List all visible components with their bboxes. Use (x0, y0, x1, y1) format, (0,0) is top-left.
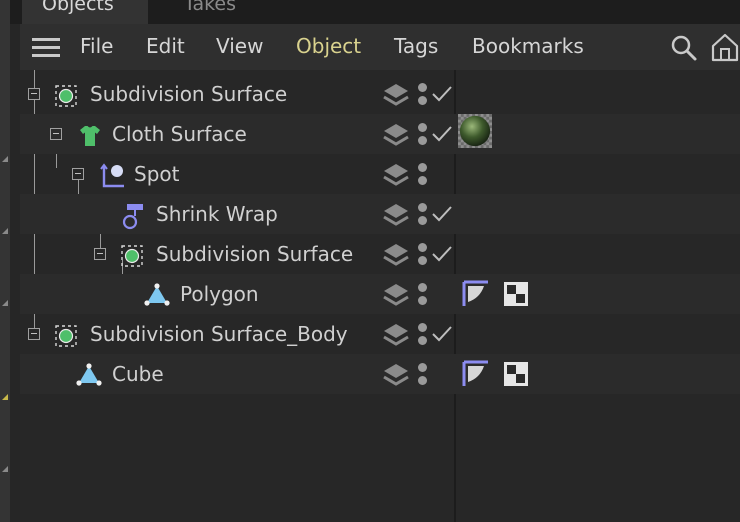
home-icon[interactable] (710, 32, 740, 62)
shrink-wrap-icon (122, 204, 143, 230)
tab-objects[interactable]: Objects (22, 0, 148, 24)
layer-icon[interactable] (382, 122, 410, 148)
object-label[interactable]: Polygon (180, 282, 259, 306)
subdivision-surface-icon (55, 325, 77, 347)
layer-icon[interactable] (382, 162, 410, 188)
uvw-tag-icon[interactable] (502, 280, 530, 308)
object-row[interactable]: Cloth Surface (20, 114, 740, 154)
collapse-toggle[interactable] (50, 128, 62, 140)
spot-light-icon (100, 163, 124, 188)
layer-icon[interactable] (382, 362, 410, 388)
visibility-dots[interactable] (418, 243, 428, 267)
object-label[interactable]: Cube (112, 362, 164, 386)
dock-resize-handle[interactable] (2, 466, 8, 472)
layer-icon[interactable] (382, 282, 410, 308)
layer-icon[interactable] (382, 202, 410, 228)
cloth-surface-icon (80, 126, 100, 146)
object-label[interactable]: Subdivision Surface (156, 242, 353, 266)
visibility-dots[interactable] (418, 363, 428, 387)
object-label[interactable]: Spot (134, 162, 179, 186)
collapse-toggle[interactable] (94, 248, 106, 260)
object-row[interactable]: Spot (20, 154, 740, 194)
object-label[interactable]: Cloth Surface (112, 122, 247, 146)
object-row[interactable]: Cube (20, 354, 740, 394)
search-icon[interactable] (670, 34, 698, 62)
layer-icon[interactable] (382, 322, 410, 348)
tab-takes[interactable]: Takes (170, 0, 236, 24)
menu-bar: File Edit View Object Tags Bookmarks (20, 24, 740, 70)
uvw-tag-icon[interactable] (502, 360, 530, 388)
collapse-toggle[interactable] (28, 88, 40, 100)
menu-view[interactable]: View (216, 34, 263, 58)
dock-resize-handle[interactable] (2, 394, 8, 400)
object-row[interactable]: Subdivision Surface (20, 74, 740, 114)
enabled-checkmark-icon[interactable] (430, 324, 454, 344)
collapse-toggle[interactable] (28, 328, 40, 340)
object-label[interactable]: Subdivision Surface_Body (90, 322, 348, 346)
menu-object[interactable]: Object (296, 34, 361, 58)
object-row[interactable]: Shrink Wrap (20, 194, 740, 234)
object-row[interactable]: Subdivision Surface_Body (20, 314, 740, 354)
subdivision-surface-icon (55, 85, 77, 107)
visibility-dots[interactable] (418, 163, 428, 187)
object-label[interactable]: Subdivision Surface (90, 82, 287, 106)
menu-file[interactable]: File (80, 34, 113, 58)
layer-icon[interactable] (382, 242, 410, 268)
object-row[interactable]: Polygon (20, 274, 740, 314)
hamburger-menu-icon[interactable] (32, 38, 60, 58)
visibility-dots[interactable] (418, 283, 428, 307)
panel-tab-bar: Objects Takes (10, 0, 740, 24)
enabled-checkmark-icon[interactable] (430, 84, 454, 104)
material-tag-icon[interactable] (458, 114, 492, 148)
visibility-dots[interactable] (418, 83, 428, 107)
menu-edit[interactable]: Edit (146, 34, 185, 58)
menu-tags[interactable]: Tags (394, 34, 438, 58)
dock-resize-handle[interactable] (2, 156, 8, 162)
phong-tag-icon[interactable] (462, 280, 490, 308)
enabled-checkmark-icon[interactable] (430, 204, 454, 224)
visibility-dots[interactable] (418, 203, 428, 227)
polygon-object-icon (76, 363, 102, 386)
dock-resize-handle[interactable] (2, 300, 8, 306)
phong-tag-icon[interactable] (462, 360, 490, 388)
dock-resize-handle[interactable] (2, 228, 8, 234)
menu-bookmarks[interactable]: Bookmarks (472, 34, 584, 58)
subdivision-surface-icon (121, 245, 143, 267)
collapse-toggle[interactable] (72, 168, 84, 180)
polygon-object-icon (144, 283, 170, 306)
layer-icon[interactable] (382, 82, 410, 108)
visibility-dots[interactable] (418, 123, 428, 147)
visibility-dots[interactable] (418, 323, 428, 347)
left-dock-strip (0, 0, 10, 522)
enabled-checkmark-icon[interactable] (430, 124, 454, 144)
enabled-checkmark-icon[interactable] (430, 244, 454, 264)
object-row[interactable]: Subdivision Surface (20, 234, 740, 274)
object-label[interactable]: Shrink Wrap (156, 202, 278, 226)
